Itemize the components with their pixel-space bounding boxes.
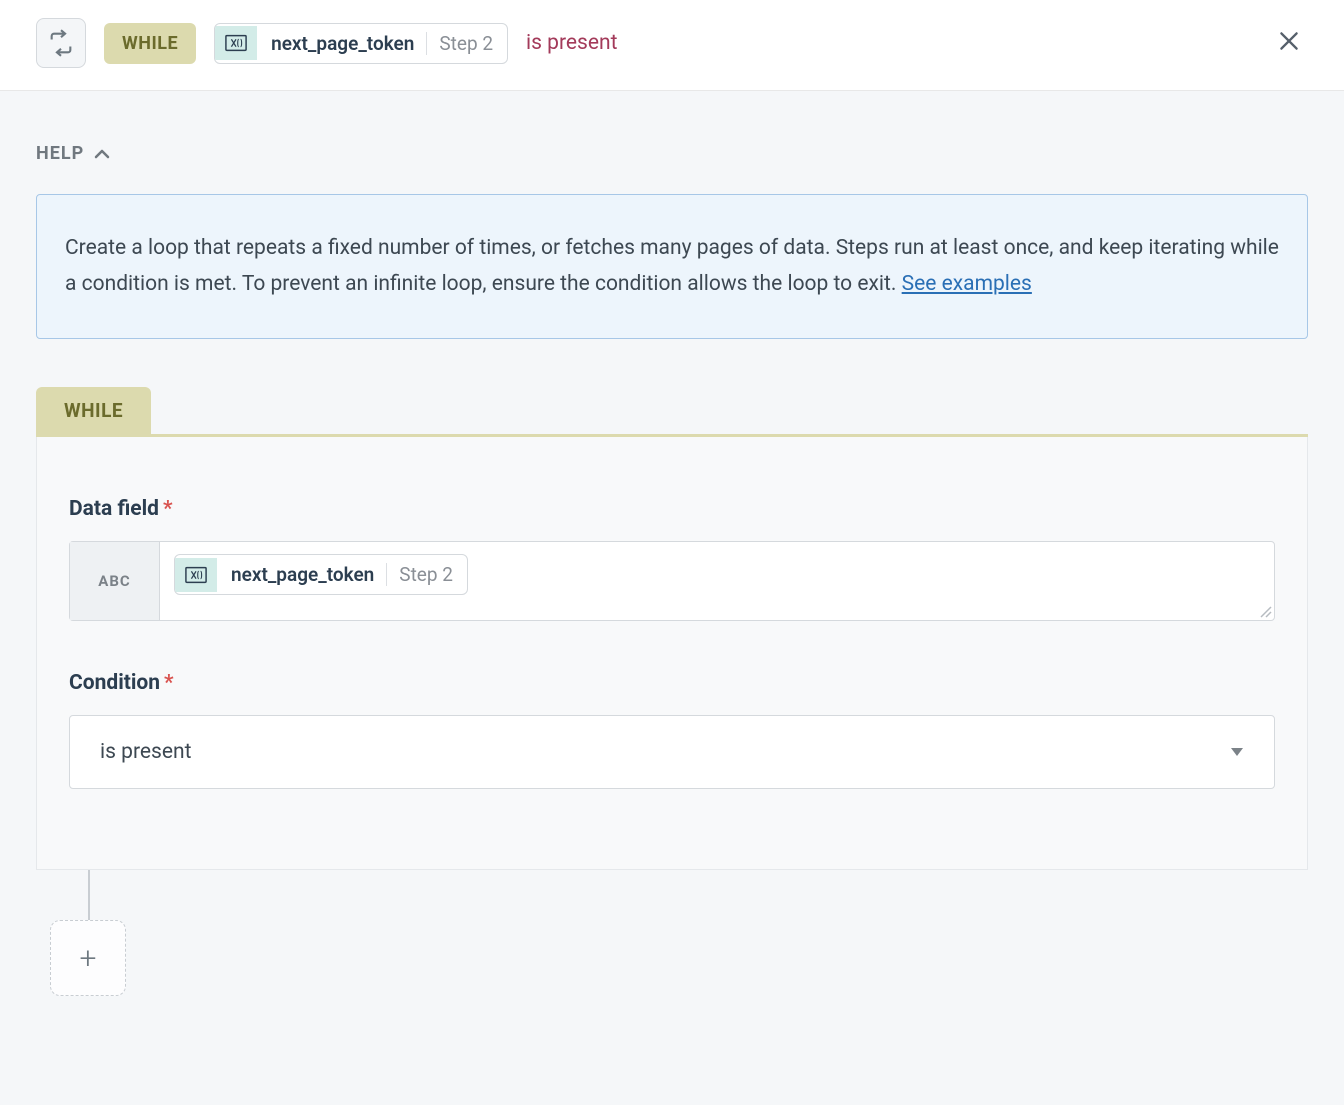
help-panel: Create a loop that repeats a fixed numbe… (36, 194, 1308, 339)
token-pill[interactable]: next_page_token Step 2 (214, 23, 508, 64)
chevron-up-icon (94, 148, 110, 160)
while-tab-row: WHILE (36, 387, 1308, 434)
data-field-token-step: Step 2 (386, 563, 453, 586)
condition-label: Condition* (69, 671, 1275, 695)
data-field-body[interactable]: next_page_token Step 2 (160, 542, 1274, 620)
data-field-label: Data field* (69, 497, 1275, 521)
required-star: * (164, 671, 174, 695)
see-examples-link[interactable]: See examples (902, 272, 1032, 296)
data-field-token-name: next_page_token (231, 563, 374, 586)
close-icon[interactable] (1276, 28, 1302, 54)
loop-icon (36, 18, 86, 68)
plus-icon: + (80, 941, 97, 976)
form-card: Data field* ABC next_page_token (36, 437, 1308, 870)
condition-select[interactable]: is present (69, 715, 1275, 789)
required-star: * (163, 497, 173, 521)
data-field-token-pill[interactable]: next_page_token Step 2 (174, 554, 468, 595)
connector-line (88, 870, 90, 920)
token-step: Step 2 (426, 32, 493, 55)
token-name: next_page_token (271, 32, 414, 55)
data-field-input[interactable]: ABC next_page_token Step 2 (69, 541, 1275, 621)
while-tab[interactable]: WHILE (36, 387, 151, 434)
panel-body: HELP Create a loop that repeats a fixed … (0, 91, 1344, 1105)
abc-prefix: ABC (70, 542, 160, 620)
help-label: HELP (36, 143, 84, 164)
condition-value: is present (100, 740, 191, 764)
caret-down-icon (1230, 747, 1244, 757)
help-toggle[interactable]: HELP (36, 143, 1308, 164)
help-text: Create a loop that repeats a fixed numbe… (65, 236, 1279, 296)
add-step-button[interactable]: + (50, 920, 126, 996)
variable-icon (175, 558, 217, 592)
header-bar: WHILE next_page_token Step 2 is present (0, 0, 1344, 91)
resize-handle-icon[interactable] (1258, 604, 1272, 618)
variable-icon (215, 26, 257, 60)
while-badge: WHILE (104, 23, 196, 64)
condition-readout: is present (526, 31, 617, 55)
